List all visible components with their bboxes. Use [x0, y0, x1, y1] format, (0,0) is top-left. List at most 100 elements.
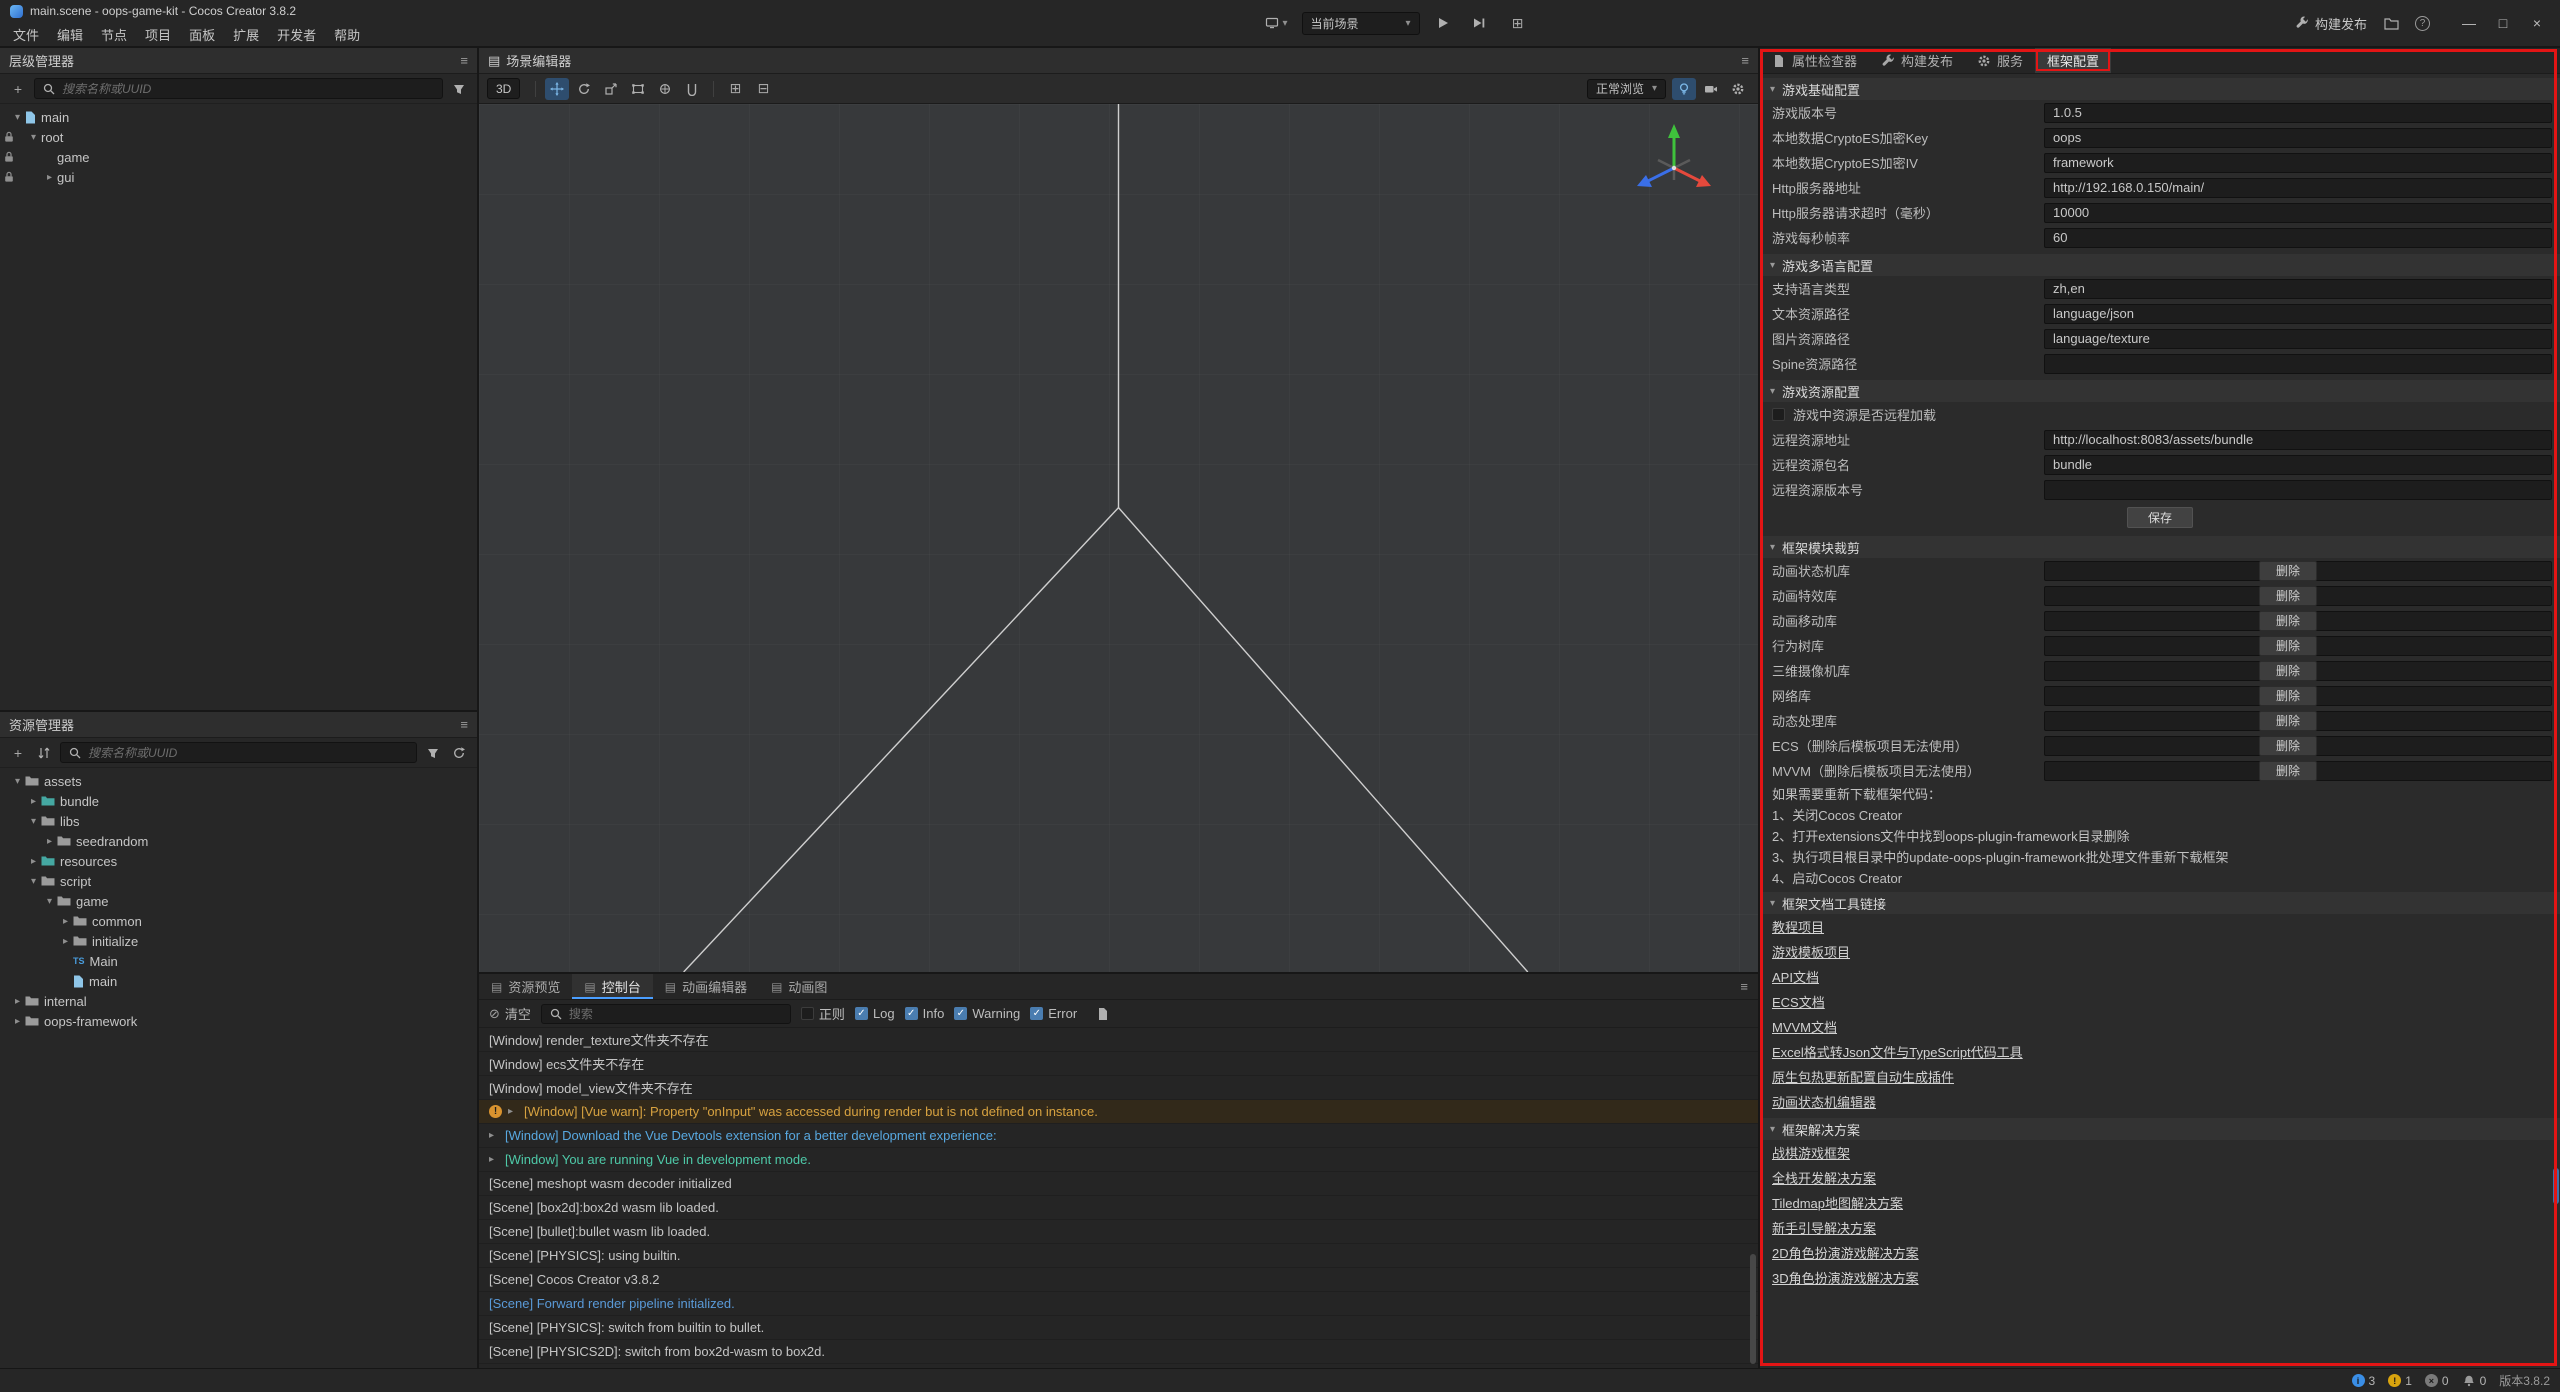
- delete-button[interactable]: 删除: [2259, 636, 2317, 656]
- checkbox[interactable]: ✓: [855, 1007, 868, 1020]
- asset-node[interactable]: ▸resources: [0, 851, 477, 871]
- console-tab-资源预览[interactable]: ▤资源预览: [479, 974, 572, 999]
- preview-target-button[interactable]: ▾: [1261, 11, 1291, 35]
- tree-expand-arrow-icon[interactable]: ▸: [42, 836, 57, 847]
- asset-node[interactable]: TSMain: [0, 951, 477, 971]
- doc-link[interactable]: 原生包热更新配置自动生成插件: [1772, 1067, 1954, 1086]
- tree-expand-arrow-icon[interactable]: ▾: [42, 896, 57, 907]
- menu-item[interactable]: 开发者: [268, 23, 325, 45]
- doc-link[interactable]: 教程项目: [1772, 917, 1824, 936]
- log-row[interactable]: [Scene] [box2d]:box2d wasm lib loaded.: [479, 1196, 1758, 1220]
- tree-expand-arrow-icon[interactable]: ▾: [10, 112, 25, 123]
- field-input[interactable]: zh,en: [2044, 279, 2552, 299]
- asset-node[interactable]: ▸common: [0, 911, 477, 931]
- menu-item[interactable]: 项目: [136, 23, 180, 45]
- section-header[interactable]: ▾框架模块裁剪: [1760, 536, 2560, 558]
- field-input[interactable]: [2044, 480, 2552, 500]
- menu-item[interactable]: 扩展: [224, 23, 268, 45]
- section-header[interactable]: ▾游戏多语言配置: [1760, 254, 2560, 276]
- checkbox[interactable]: ✓: [1030, 1007, 1043, 1020]
- asset-node[interactable]: main: [0, 971, 477, 991]
- log-row[interactable]: [Scene] [bullet]:bullet wasm lib loaded.: [479, 1220, 1758, 1244]
- refresh-assets-button[interactable]: [449, 743, 469, 763]
- step-button[interactable]: [1466, 11, 1492, 35]
- checkbox[interactable]: ✓: [954, 1007, 967, 1020]
- tree-expand-arrow-icon[interactable]: ▾: [26, 816, 41, 827]
- regex-toggle[interactable]: 正则: [801, 1004, 845, 1023]
- console-scrollbar[interactable]: [1750, 1254, 1756, 1364]
- delete-button[interactable]: 删除: [2259, 586, 2317, 606]
- add-node-button[interactable]: +: [8, 79, 28, 99]
- filter-warning[interactable]: ✓Warning: [954, 1006, 1020, 1021]
- gear-toggle-button[interactable]: [1726, 78, 1750, 100]
- panel-menu-icon[interactable]: ≡: [1741, 53, 1749, 68]
- console-tab-动画编辑器[interactable]: ▤动画编辑器: [653, 974, 759, 999]
- export-log-button[interactable]: [1093, 1004, 1113, 1024]
- log-row[interactable]: [Window] render_texture文件夹不存在: [479, 1028, 1758, 1052]
- log-row[interactable]: [Scene] [PHYSICS]: using builtin.: [479, 1244, 1758, 1268]
- asset-node[interactable]: ▾script: [0, 871, 477, 891]
- panel-menu-icon[interactable]: ≡: [460, 717, 468, 732]
- bell-status[interactable]: 0: [2462, 1374, 2487, 1388]
- log-row[interactable]: [Window] ecs文件夹不存在: [479, 1052, 1758, 1076]
- doc-link[interactable]: Tiledmap地图解决方案: [1772, 1193, 1903, 1212]
- rotation-snap-button[interactable]: ⊟: [751, 78, 775, 100]
- log-row[interactable]: [Window] model_view文件夹不存在: [479, 1076, 1758, 1100]
- section-header[interactable]: ▾框架解决方案: [1760, 1118, 2560, 1140]
- help-button[interactable]: ?: [2415, 16, 2430, 31]
- save-button[interactable]: 保存: [2127, 507, 2193, 528]
- section-header[interactable]: ▾框架文档工具链接: [1760, 892, 2560, 914]
- move-tool-button[interactable]: [545, 78, 569, 100]
- console-tab-动画图[interactable]: ▤动画图: [759, 974, 839, 999]
- delete-button[interactable]: 删除: [2259, 711, 2317, 731]
- console-tab-控制台[interactable]: ▤控制台: [572, 974, 652, 999]
- doc-link[interactable]: Excel格式转Json文件与TypeScript代码工具: [1772, 1042, 2023, 1061]
- tree-expand-arrow-icon[interactable]: ▸: [26, 856, 41, 867]
- hand-tool-button[interactable]: [680, 78, 704, 100]
- field-input[interactable]: 60: [2044, 228, 2552, 248]
- clear-console-button[interactable]: ⊘ 清空: [489, 1004, 531, 1023]
- menu-item[interactable]: 面板: [180, 23, 224, 45]
- field-input[interactable]: language/json: [2044, 304, 2552, 324]
- menu-item[interactable]: 文件: [4, 23, 48, 45]
- sort-assets-button[interactable]: [34, 743, 54, 763]
- log-row[interactable]: ▸[Window] Download the Vue Devtools exte…: [479, 1124, 1758, 1148]
- log-row[interactable]: [Scene] [PHYSICS]: switch from builtin t…: [479, 1316, 1758, 1340]
- asset-node[interactable]: ▸bundle: [0, 791, 477, 811]
- log-row[interactable]: !▸[Window] [Vue warn]: Property "onInput…: [479, 1100, 1758, 1124]
- field-input[interactable]: bundle: [2044, 455, 2552, 475]
- inspector-tab-属性检查器[interactable]: 属性检查器: [1760, 48, 1869, 73]
- delete-button[interactable]: 删除: [2259, 736, 2317, 756]
- filter-info[interactable]: ✓Info: [905, 1006, 945, 1021]
- asset-node[interactable]: ▸internal: [0, 991, 477, 1011]
- doc-link[interactable]: 战棋游戏框架: [1772, 1143, 1850, 1162]
- field-input[interactable]: language/texture: [2044, 329, 2552, 349]
- tree-expand-arrow-icon[interactable]: ▾: [26, 132, 41, 143]
- camera-toggle-button[interactable]: [1699, 78, 1723, 100]
- filter-log[interactable]: ✓Log: [855, 1006, 895, 1021]
- doc-link[interactable]: 全栈开发解决方案: [1772, 1168, 1876, 1187]
- warn-status[interactable]: !1: [2388, 1374, 2412, 1388]
- filter-error[interactable]: ✓Error: [1030, 1006, 1077, 1021]
- asset-node[interactable]: ▾game: [0, 891, 477, 911]
- console-search-input[interactable]: 搜索: [541, 1004, 791, 1024]
- hierarchy-node[interactable]: ▾root: [0, 127, 477, 147]
- log-row[interactable]: [Scene] meshopt wasm decoder initialized: [479, 1172, 1758, 1196]
- rotate-tool-button[interactable]: [572, 78, 596, 100]
- layout-button[interactable]: ⊞: [1502, 11, 1534, 35]
- assets-filter-button[interactable]: [423, 743, 443, 763]
- tree-expand-arrow-icon[interactable]: ▸: [10, 1016, 25, 1027]
- hierarchy-filter-button[interactable]: [449, 79, 469, 99]
- inspector-tab-构建发布[interactable]: 构建发布: [1869, 48, 1965, 73]
- asset-node[interactable]: ▸oops-framework: [0, 1011, 477, 1031]
- asset-node[interactable]: ▾assets: [0, 771, 477, 791]
- log-row[interactable]: [Scene] Forward render pipeline initiali…: [479, 1292, 1758, 1316]
- tree-expand-arrow-icon[interactable]: ▸: [58, 936, 73, 947]
- projection-3d-button[interactable]: 3D: [487, 78, 520, 99]
- assets-search-input[interactable]: 搜索名称或UUID: [60, 742, 417, 763]
- doc-link[interactable]: 新手引导解决方案: [1772, 1218, 1876, 1237]
- doc-link[interactable]: MVVM文档: [1772, 1017, 1837, 1036]
- tree-expand-arrow-icon[interactable]: ▸: [10, 996, 25, 1007]
- section-header[interactable]: ▾游戏资源配置: [1760, 380, 2560, 402]
- doc-link[interactable]: API文档: [1772, 967, 1819, 986]
